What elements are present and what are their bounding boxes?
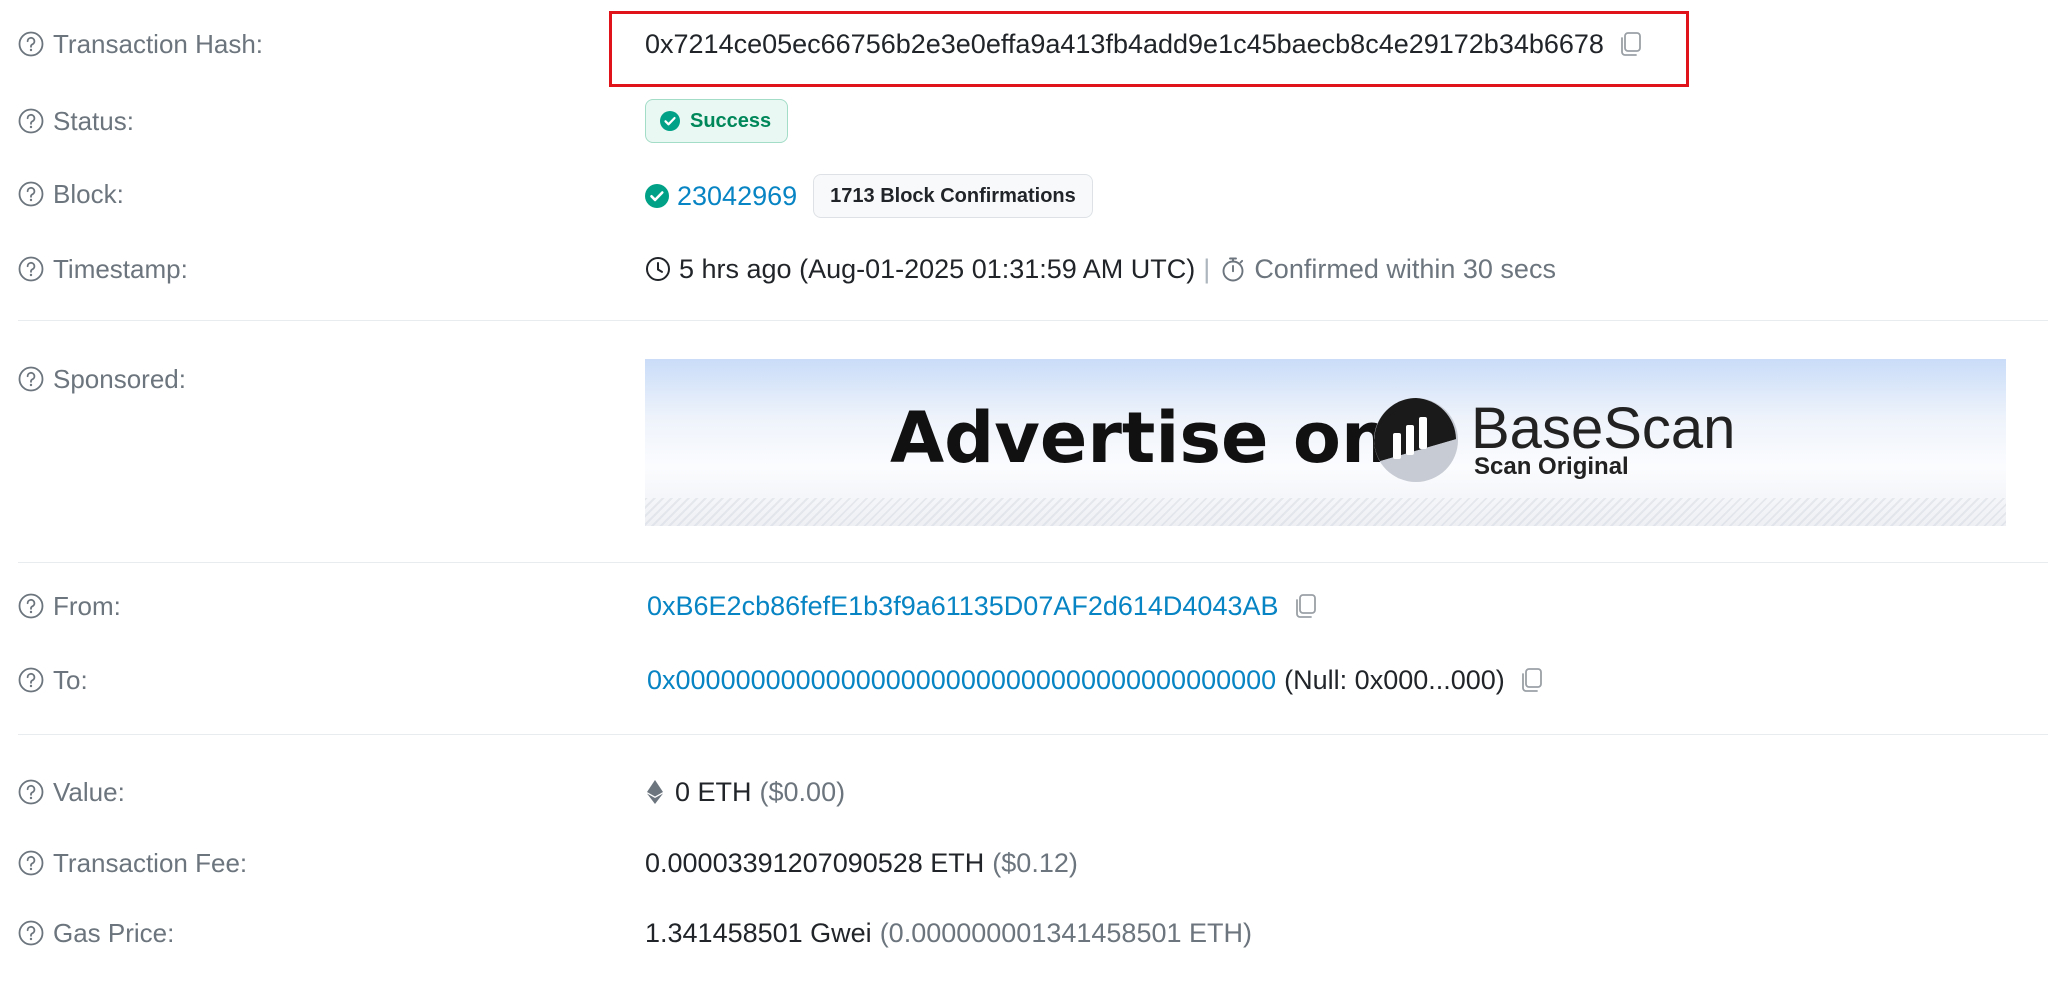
row-status: Status: Success	[0, 99, 2048, 143]
divider	[18, 562, 2048, 563]
to-address-link[interactable]: 0x00000000000000000000000000000000000000…	[647, 665, 1276, 696]
copy-icon[interactable]	[1616, 30, 1644, 58]
fee-usd: ($0.12)	[992, 847, 1078, 878]
label-text: Value:	[53, 776, 125, 807]
copy-icon[interactable]	[1517, 666, 1545, 694]
row-gas-price: Gas Price: 1.341458501 Gwei (0.000000001…	[0, 913, 2048, 953]
ad-tagline: Scan Original	[1474, 453, 1629, 480]
check-circle-icon	[645, 184, 669, 208]
ad-stripes	[645, 498, 2006, 526]
label-text: Status:	[53, 105, 134, 136]
value-block: 23042969 1713 Block Confirmations	[645, 174, 1093, 218]
ethereum-icon	[645, 779, 665, 805]
value-value: 0 ETH ($0.00)	[645, 772, 845, 812]
gas-price-eth: (0.000000001341458501 ETH)	[879, 917, 1252, 948]
row-from: From: 0xB6E2cb86fefE1b3f9a61135D07AF2d61…	[0, 586, 2048, 626]
question-circle-icon[interactable]	[18, 366, 44, 392]
clock-icon	[645, 256, 671, 282]
transaction-hash-text: 0x7214ce05ec66756b2e3e0effa9a413fb4add9e…	[645, 28, 1604, 59]
value-gas-price: 1.341458501 Gwei (0.000000001341458501 E…	[645, 913, 1252, 953]
check-circle-icon	[660, 111, 680, 131]
divider	[18, 734, 2048, 735]
label-text: To:	[53, 664, 88, 695]
value-to: 0x00000000000000000000000000000000000000…	[647, 660, 1545, 700]
value-transaction-hash: 0x7214ce05ec66756b2e3e0effa9a413fb4add9e…	[645, 24, 1644, 64]
label-value: Value:	[18, 772, 125, 812]
label-from: From:	[18, 586, 121, 626]
value-transaction-fee: 0.00003391207090528 ETH ($0.12)	[645, 843, 1078, 883]
label-text: Transaction Hash:	[53, 28, 264, 59]
value-status: Success	[645, 99, 789, 143]
row-block: Block: 23042969 1713 Block Confirmations	[0, 174, 2048, 218]
value-from: 0xB6E2cb86fefE1b3f9a61135D07AF2d614D4043…	[647, 586, 1319, 626]
status-badge: Success	[645, 99, 789, 143]
gas-price-amount: 1.341458501 Gwei	[645, 917, 872, 948]
question-circle-icon[interactable]	[18, 593, 44, 619]
label-text: Transaction Fee:	[53, 847, 248, 878]
row-to: To: 0x0000000000000000000000000000000000…	[0, 660, 2048, 700]
question-circle-icon[interactable]	[18, 256, 44, 282]
question-circle-icon[interactable]	[18, 181, 44, 207]
ad-brand-name: BaseScan	[1471, 396, 1736, 461]
confirmed-within-text: Confirmed within 30 secs	[1254, 253, 1556, 284]
row-timestamp: Timestamp: 5 hrs ago (Aug-01-2025 01:31:…	[0, 249, 2048, 289]
label-text: Timestamp:	[53, 253, 188, 284]
basescan-logo-icon	[1373, 397, 1459, 483]
timestamp-text: 5 hrs ago (Aug-01-2025 01:31:59 AM UTC)	[679, 253, 1196, 284]
to-address-note: (Null: 0x000...000)	[1284, 664, 1505, 695]
fee-amount: 0.00003391207090528 ETH	[645, 847, 985, 878]
copy-icon[interactable]	[1291, 592, 1319, 620]
block-confirmations-badge: 1713 Block Confirmations	[813, 174, 1093, 218]
label-sponsored: Sponsored:	[18, 359, 186, 399]
divider	[18, 320, 2048, 321]
value-usd: ($0.00)	[759, 776, 846, 807]
question-circle-icon[interactable]	[18, 31, 44, 57]
label-timestamp: Timestamp:	[18, 249, 188, 289]
value-timestamp: 5 hrs ago (Aug-01-2025 01:31:59 AM UTC) …	[645, 249, 1556, 289]
label-block: Block:	[18, 174, 124, 214]
question-circle-icon[interactable]	[18, 779, 44, 805]
label-text: From:	[53, 590, 121, 621]
label-transaction-hash: Transaction Hash:	[18, 24, 263, 64]
label-text: Sponsored:	[53, 363, 186, 394]
transaction-details-page: Transaction Hash: 0x7214ce05ec66756b2e3e…	[0, 0, 2048, 988]
label-text: Block:	[53, 178, 124, 209]
block-number-link[interactable]: 23042969	[677, 181, 797, 212]
status-text: Success	[690, 109, 772, 132]
label-text: Gas Price:	[53, 917, 175, 948]
question-circle-icon[interactable]	[18, 850, 44, 876]
ad-headline: Advertise on	[890, 397, 1391, 479]
label-transaction-fee: Transaction Fee:	[18, 843, 247, 883]
question-circle-icon[interactable]	[18, 108, 44, 134]
question-circle-icon[interactable]	[18, 920, 44, 946]
label-gas-price: Gas Price:	[18, 913, 174, 953]
row-value: Value: 0 ETH ($0.00)	[0, 772, 2048, 812]
value-amount: 0 ETH	[675, 776, 752, 807]
from-address-link[interactable]: 0xB6E2cb86fefE1b3f9a61135D07AF2d614D4043…	[647, 591, 1279, 622]
sponsored-ad-banner[interactable]: Advertise on BaseScan Scan Original	[645, 359, 2006, 526]
label-to: To:	[18, 660, 88, 700]
row-transaction-hash: Transaction Hash: 0x7214ce05ec66756b2e3e…	[0, 24, 2048, 64]
row-transaction-fee: Transaction Fee: 0.00003391207090528 ETH…	[0, 843, 2048, 883]
label-status: Status:	[18, 99, 134, 143]
timer-icon	[1220, 256, 1246, 282]
separator: |	[1203, 253, 1211, 284]
question-circle-icon[interactable]	[18, 667, 44, 693]
